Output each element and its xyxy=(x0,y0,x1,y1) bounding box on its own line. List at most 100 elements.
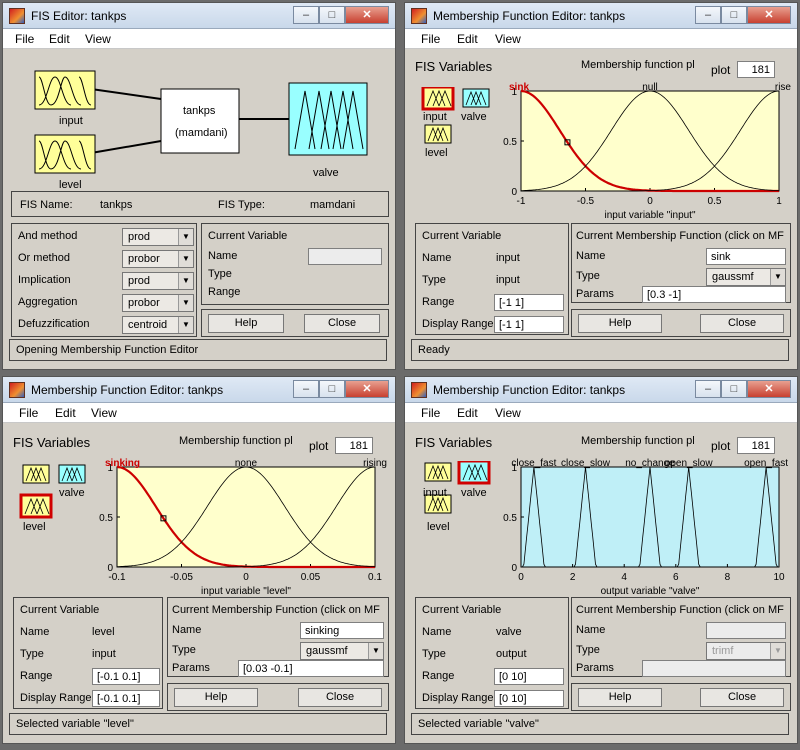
chevron-down-icon: ▼ xyxy=(178,229,193,245)
range-field[interactable]: [-0.1 0.1] xyxy=(92,668,160,685)
x-axis-label: input variable "input" xyxy=(604,210,695,221)
fis-editor-window: FIS Editor: tankps – □ ✕ File Edit View … xyxy=(2,2,396,370)
display-range-field[interactable]: [-1 1] xyxy=(494,316,564,333)
fis-type-value: mamdani xyxy=(310,199,356,211)
and-method-select[interactable]: prod ▼ xyxy=(122,228,194,246)
implication-select[interactable]: prod ▼ xyxy=(122,272,194,290)
matlab-icon xyxy=(411,382,427,398)
plot-points-field[interactable]: 181 xyxy=(737,61,775,78)
y-tick-label: 0.5 xyxy=(99,513,113,524)
maximize-button[interactable]: □ xyxy=(721,380,747,398)
level-variable-box[interactable] xyxy=(34,134,96,174)
menu-file[interactable]: File xyxy=(421,406,440,420)
plot-points-field[interactable]: 181 xyxy=(737,437,775,454)
plot-area xyxy=(116,466,376,568)
close-button[interactable]: Close xyxy=(304,314,380,333)
range-field[interactable]: [-1 1] xyxy=(494,294,564,311)
input-label: input xyxy=(59,115,83,127)
close-window-button[interactable]: ✕ xyxy=(345,6,389,24)
menu-file[interactable]: File xyxy=(421,32,440,46)
valve-label: valve xyxy=(461,111,487,123)
status-bar: Opening Membership Function Editor xyxy=(9,339,387,361)
cv-type-label: Type xyxy=(20,648,44,660)
close-button[interactable]: Close xyxy=(700,688,784,707)
window-title: Membership Function Editor: tankps xyxy=(433,9,626,23)
minimize-button[interactable]: – xyxy=(695,380,721,398)
menu-edit[interactable]: Edit xyxy=(457,32,478,46)
plot-points-label: plot xyxy=(309,439,329,453)
mf-type-select[interactable]: gaussmf ▼ xyxy=(706,268,786,286)
chevron-down-icon: ▼ xyxy=(178,317,193,333)
close-window-button[interactable]: ✕ xyxy=(747,380,791,398)
valve-variable-box[interactable] xyxy=(288,82,368,156)
menu-view[interactable]: View xyxy=(91,406,117,420)
close-button[interactable]: Close xyxy=(298,688,382,707)
x-tick-label: 10 xyxy=(773,572,785,583)
menu-edit[interactable]: Edit xyxy=(49,32,70,46)
help-button[interactable]: Help xyxy=(208,314,284,333)
cv-type-label: Type xyxy=(422,648,446,660)
menu-view[interactable]: View xyxy=(495,32,521,46)
display-range-field[interactable]: [0 10] xyxy=(494,690,564,707)
system-box[interactable] xyxy=(160,88,240,154)
cv-name-label: Name xyxy=(422,626,452,638)
x-tick-label: 4 xyxy=(621,572,627,583)
menu-edit[interactable]: Edit xyxy=(55,406,76,420)
minimize-button[interactable]: – xyxy=(695,6,721,24)
membership-plot[interactable]: 00.51-1 -0.5 0 0.5 1input variable "input"si… xyxy=(501,81,791,223)
maximize-button[interactable]: □ xyxy=(721,6,747,24)
menu-bar: File Edit View xyxy=(3,403,395,423)
valve-label: valve xyxy=(461,487,487,499)
mf-type-select[interactable]: gaussmf ▼ xyxy=(300,642,384,660)
level-label: level xyxy=(427,521,450,533)
mf-name-field[interactable]: sinking xyxy=(300,622,384,639)
y-tick-label: 0 xyxy=(511,563,517,574)
x-tick-label: 6 xyxy=(673,572,679,583)
maximize-button[interactable]: □ xyxy=(319,380,345,398)
implication-label: Implication xyxy=(18,274,71,286)
help-button[interactable]: Help xyxy=(578,314,662,333)
params-label: Params xyxy=(172,662,210,674)
help-button[interactable]: Help xyxy=(578,688,662,707)
defuzzification-select[interactable]: centroid ▼ xyxy=(122,316,194,334)
button-panel: Help Close xyxy=(571,683,791,711)
menu-edit[interactable]: Edit xyxy=(457,406,478,420)
membership-plot[interactable]: 00.510 2 4 6 8 10output variable "valve"close… xyxy=(501,457,791,599)
params-field[interactable]: [0.3 -1] xyxy=(642,286,786,303)
status-bar: Ready xyxy=(411,339,789,361)
close-button[interactable]: Close xyxy=(700,314,784,333)
menu-view[interactable]: View xyxy=(495,406,521,420)
level-label: level xyxy=(59,179,82,191)
current-variable-panel: Current Variable Name input Type input R… xyxy=(415,223,569,335)
plot-points-field[interactable]: 181 xyxy=(335,437,373,454)
input-variable-box[interactable] xyxy=(34,70,96,110)
title-bar: Membership Function Editor: tankps – □ ✕ xyxy=(3,377,395,403)
display-range-field[interactable]: [-0.1 0.1] xyxy=(92,690,160,707)
level-label: level xyxy=(425,147,448,159)
plot-title: Membership function pl xyxy=(581,435,695,447)
cmf-title: Current Membership Function (click on MF xyxy=(172,604,380,616)
close-window-button[interactable]: ✕ xyxy=(345,380,389,398)
minimize-button[interactable]: – xyxy=(293,380,319,398)
and-method-label: And method xyxy=(18,230,78,242)
help-button[interactable]: Help xyxy=(174,688,258,707)
params-field[interactable]: [0.03 -0.1] xyxy=(238,660,384,677)
or-method-select[interactable]: probor ▼ xyxy=(122,250,194,268)
current-mf-panel: Current Membership Function (click on MF… xyxy=(167,597,389,677)
fis-variables-title: FIS Variables xyxy=(415,435,493,450)
mf-label: open_fast xyxy=(744,458,788,469)
minimize-button[interactable]: – xyxy=(293,6,319,24)
menu-file[interactable]: File xyxy=(15,32,34,46)
x-tick-label: 0.1 xyxy=(368,572,382,583)
input-label: input xyxy=(423,487,447,499)
maximize-button[interactable]: □ xyxy=(319,6,345,24)
membership-plot[interactable]: 00.51-0.1 -0.05 0 0.05 0.1input variable "le… xyxy=(97,457,389,599)
aggregation-select[interactable]: probor ▼ xyxy=(122,294,194,312)
menu-view[interactable]: View xyxy=(85,32,111,46)
x-tick-label: 0 xyxy=(518,572,524,583)
x-axis-label: output variable "valve" xyxy=(601,586,700,597)
mf-name-field[interactable]: sink xyxy=(706,248,786,265)
close-window-button[interactable]: ✕ xyxy=(747,6,791,24)
menu-file[interactable]: File xyxy=(19,406,38,420)
range-field[interactable]: [0 10] xyxy=(494,668,564,685)
